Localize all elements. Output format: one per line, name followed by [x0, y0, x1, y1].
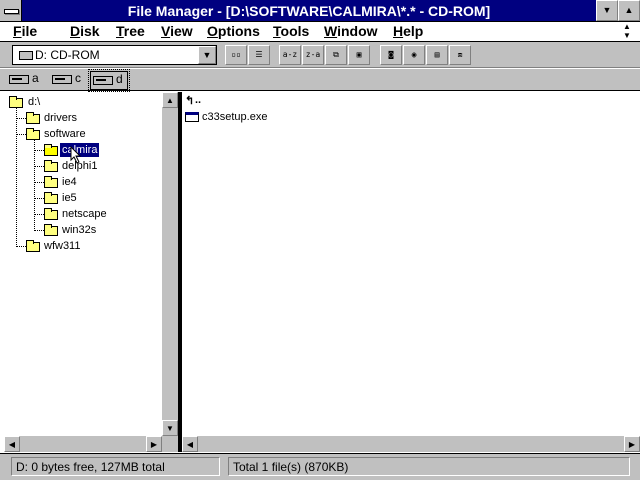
- status-disk-free: D: 0 bytes free, 127MB total: [11, 457, 220, 476]
- menu-tree[interactable]: Tree: [116, 23, 145, 39]
- file-horizontal-scrollbar[interactable]: ◀ ▶: [182, 436, 640, 452]
- open-folder-icon: [44, 144, 58, 156]
- tree-vertical-scrollbar[interactable]: ▲ ▼: [162, 92, 178, 436]
- tree-line: [34, 182, 44, 183]
- status-file-total: Total 1 file(s) (870KB): [228, 457, 630, 476]
- child-restore-button[interactable]: ▲ ▼: [616, 22, 638, 41]
- network-icon: ◙: [388, 50, 394, 59]
- menu-bar: File Disk Tree View Options Tools Window…: [0, 22, 640, 42]
- network-connect-button[interactable]: ◙: [380, 45, 402, 65]
- folder-icon: [9, 96, 23, 108]
- file-list[interactable]: ↰ .. c33setup.exe: [182, 92, 624, 436]
- connect-drive-button[interactable]: ▫▫: [225, 45, 247, 65]
- system-menu-button[interactable]: [0, 0, 22, 21]
- sort-by-type-button[interactable]: z-a: [302, 45, 324, 65]
- toolbar: D: CD-ROM ▼ ▫▫ ☰ a-z z-a ⧉ ▣ ◙ ◉ ▤ ⧈: [0, 42, 640, 68]
- maximize-button[interactable]: ▲: [618, 0, 640, 21]
- tree-line: [34, 166, 44, 167]
- sort-type-icon: z-a: [305, 50, 321, 59]
- drive-combo-value: D: CD-ROM: [35, 48, 100, 62]
- folder-icon: [44, 224, 58, 236]
- drive-d[interactable]: d: [88, 69, 130, 92]
- menu-help[interactable]: Help: [393, 23, 423, 39]
- drive-bar: a c d: [0, 69, 640, 92]
- disconnect-icon: ☰: [255, 50, 263, 59]
- scroll-right-button[interactable]: ▶: [624, 436, 640, 452]
- run-icon: ⧈: [457, 50, 463, 59]
- scroll-left-button[interactable]: ◀: [4, 436, 20, 452]
- share-button[interactable]: ◉: [403, 45, 425, 65]
- scroll-up-button[interactable]: ▲: [162, 92, 178, 108]
- folder-icon: [44, 160, 58, 172]
- menu-view[interactable]: View: [161, 23, 193, 39]
- tree-line: [34, 150, 44, 151]
- floppy-drive-icon: [9, 75, 29, 84]
- folder-icon: [26, 240, 40, 252]
- menu-window[interactable]: Window: [324, 23, 378, 39]
- tree-line: [16, 134, 26, 135]
- scroll-left-button[interactable]: ◀: [182, 436, 198, 452]
- tree-line: [16, 118, 26, 119]
- combo-dropdown-arrow[interactable]: ▼: [198, 46, 216, 64]
- tree-line: [34, 214, 44, 215]
- run-button[interactable]: ⧈: [449, 45, 471, 65]
- folder-icon: [44, 208, 58, 220]
- menu-tools[interactable]: Tools: [273, 23, 309, 39]
- connect-icon: ▫▫: [231, 50, 241, 59]
- folder-icon: [26, 112, 40, 124]
- tree-line: [34, 140, 35, 231]
- cd-drive-icon: [19, 51, 33, 60]
- hard-drive-icon: [52, 75, 72, 84]
- copy-button[interactable]: ⧉: [325, 45, 347, 65]
- print-button[interactable]: ▤: [426, 45, 448, 65]
- folder-icon: [44, 176, 58, 188]
- sort-name-icon: a-z: [282, 50, 298, 59]
- folder-icon: [44, 192, 58, 204]
- folder-icon: [26, 128, 40, 140]
- title-bar[interactable]: File Manager - [D:\SOFTWARE\CALMIRA\*.* …: [0, 0, 640, 22]
- menu-file[interactable]: File: [13, 23, 37, 39]
- tree-line: [34, 230, 44, 231]
- mouse-cursor-icon: [70, 146, 82, 164]
- move-icon: ▣: [356, 50, 362, 59]
- minimize-button[interactable]: ▼: [596, 0, 618, 21]
- move-button[interactable]: ▣: [348, 45, 370, 65]
- menu-disk[interactable]: Disk: [70, 23, 100, 39]
- status-bar: D: 0 bytes free, 127MB total Total 1 fil…: [0, 453, 640, 480]
- system-menu-icon: [4, 9, 19, 14]
- scroll-down-button[interactable]: ▼: [162, 420, 178, 436]
- drive-combo[interactable]: D: CD-ROM ▼: [12, 45, 217, 65]
- directory-tree[interactable]: d:\ drivers software calmira delphi1 ie4…: [4, 92, 162, 436]
- window-title: File Manager - [D:\SOFTWARE\CALMIRA\*.* …: [127, 3, 491, 19]
- tree-line: [16, 108, 17, 247]
- scroll-right-button[interactable]: ▶: [146, 436, 162, 452]
- copy-icon: ⧉: [333, 50, 339, 59]
- cdrom-drive-icon: [93, 76, 113, 85]
- sort-by-name-button[interactable]: a-z: [279, 45, 301, 65]
- tree-line: [16, 246, 26, 247]
- drive-a[interactable]: a: [7, 71, 42, 88]
- print-icon: ▤: [434, 50, 440, 59]
- disconnect-drive-button[interactable]: ☰: [248, 45, 270, 65]
- menu-options[interactable]: Options: [207, 23, 260, 39]
- drive-c[interactable]: c: [50, 71, 85, 88]
- tree-line: [34, 198, 44, 199]
- up-arrow-icon: ↰: [185, 95, 195, 107]
- exe-file-icon: [185, 112, 199, 122]
- tree-horizontal-scrollbar[interactable]: ◀ ▶: [4, 436, 178, 452]
- share-icon: ◉: [411, 50, 417, 59]
